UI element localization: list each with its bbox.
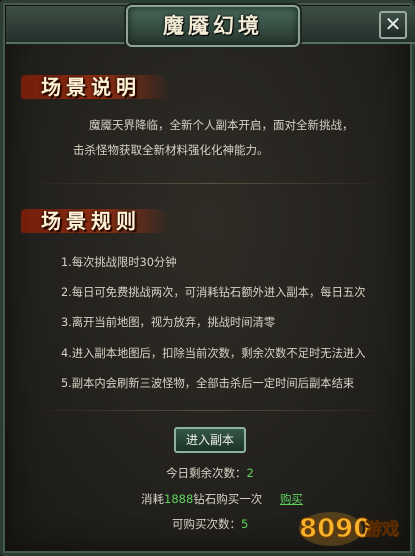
purchasable-count-row: 可购买次数：5: [172, 516, 248, 532]
intro-line-1: 魔魇天界降临，全新个人副本开启，面对全新挑战，: [89, 118, 354, 132]
remaining-count-row: 今日剩余次数：2: [166, 465, 254, 481]
rule-item: 4.进入副本地图后，扣除当前次数，剩余次数不足时无法进入: [61, 347, 366, 360]
enter-dungeon-button[interactable]: 进入副本: [174, 427, 246, 453]
logo-number: 8090: [299, 514, 371, 544]
section-heading-intro: 场景说明: [21, 71, 179, 101]
remaining-value: 2: [246, 466, 254, 480]
site-logo: 8090 游戏: [299, 512, 399, 546]
dialog-window: 魔魇幻境 ✕ 场景说明 魔魇天界降临，全新个人副本开启，面对全新挑战， 击杀怪物…: [0, 0, 415, 556]
rule-item: 3.离开当前地图，视为放弃，挑战时间清零: [61, 316, 276, 329]
cost-prefix: 消耗: [141, 492, 164, 506]
close-button[interactable]: ✕: [379, 11, 407, 39]
title-plate: 魔魇幻境: [126, 5, 300, 47]
purchasable-label: 可购买次数：: [172, 517, 241, 531]
cost-amount: 1888: [164, 492, 194, 506]
intro-text: 魔魇天界降临，全新个人副本开启，面对全新挑战， 击杀怪物获取全新材料强化化神能力…: [73, 113, 393, 163]
intro-line-2: 击杀怪物获取全新材料强化化神能力。: [73, 143, 269, 157]
rule-item: 1.每次挑战限时30分钟: [61, 256, 177, 269]
purchasable-value: 5: [241, 517, 249, 531]
rule-item: 2.每日可免费挑战两次，可消耗钻石额外进入副本，每日五次: [61, 286, 366, 299]
intro-heading: 场景说明: [41, 75, 141, 99]
cost-suffix: 钻石购买一次: [193, 492, 263, 506]
section-heading-rules: 场景规则: [21, 205, 179, 235]
rule-item: 5.副本内会刷新三波怪物，全部击杀后一定时间后副本结束: [61, 377, 355, 390]
purchase-row: 消耗1888钻石购买一次 购买: [141, 491, 303, 507]
close-icon: ✕: [384, 12, 402, 36]
remaining-label: 今日剩余次数：: [166, 466, 247, 480]
divider: [25, 183, 395, 184]
rules-heading: 场景规则: [41, 209, 141, 233]
divider: [25, 410, 395, 411]
logo-text: 游戏: [365, 519, 399, 540]
window-title: 魔魇幻境: [163, 13, 263, 38]
